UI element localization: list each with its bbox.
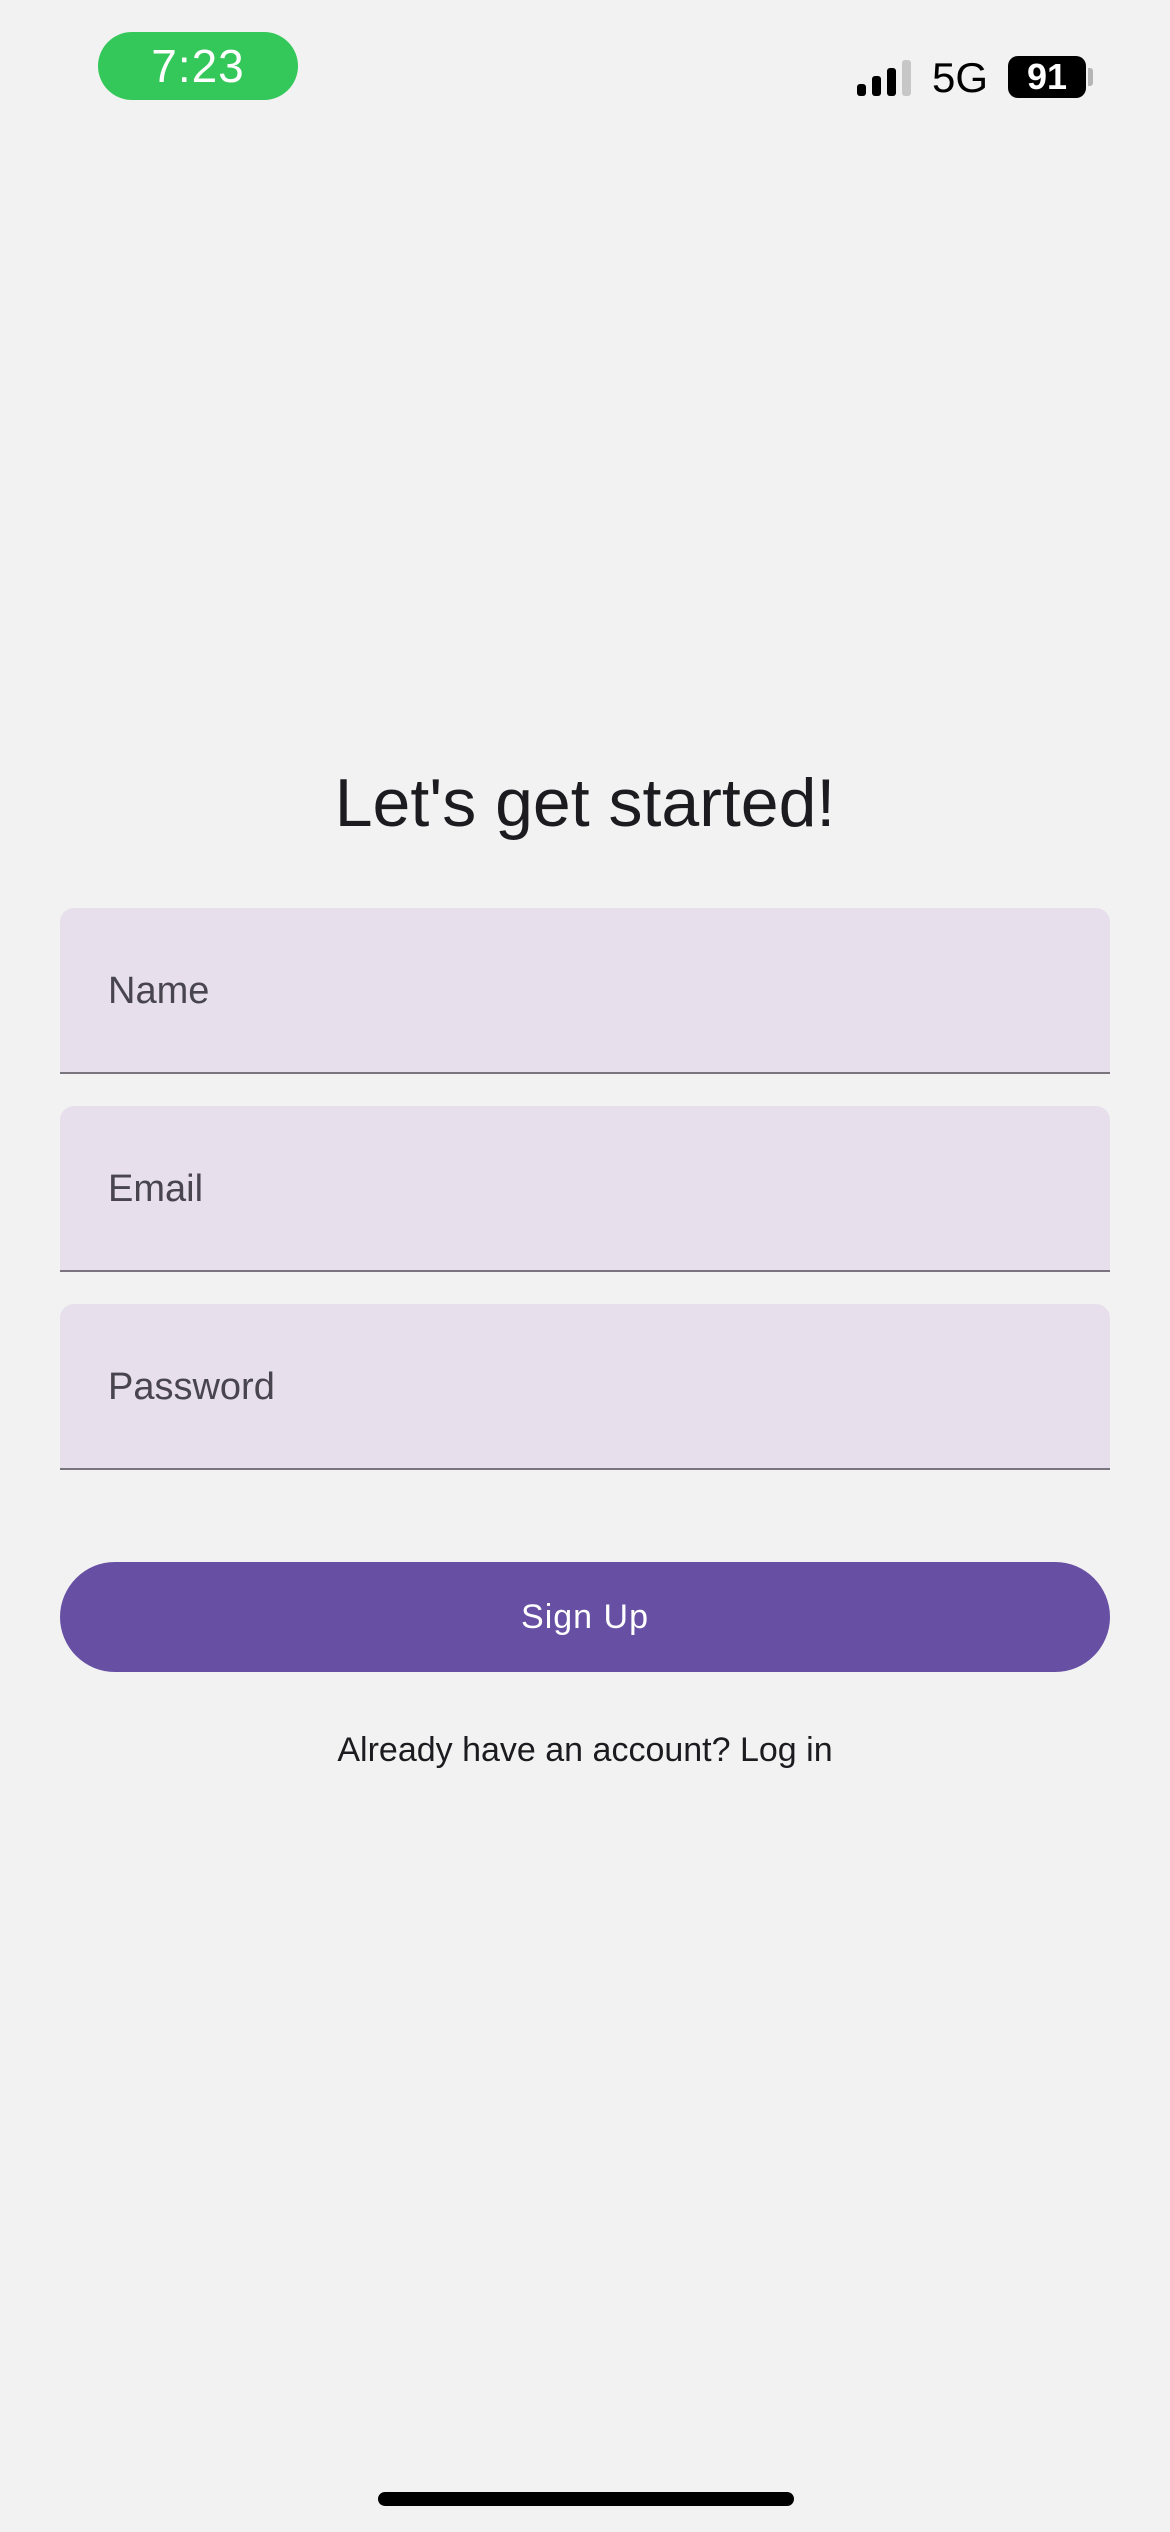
email-field[interactable] <box>60 1106 1110 1272</box>
signup-screen: 7:23 5G 91 Let's get started! Sign Up Al… <box>0 0 1170 2532</box>
password-input[interactable] <box>108 1304 1068 1470</box>
battery-level: 91 <box>1026 56 1068 97</box>
battery-nub <box>1088 68 1093 86</box>
status-time: 7:23 <box>98 32 298 100</box>
page-title: Let's get started! <box>334 765 836 841</box>
signal-bars-icon <box>857 60 911 96</box>
network-type: 5G <box>932 54 989 101</box>
name-field[interactable] <box>60 908 1110 1074</box>
password-field[interactable] <box>60 1304 1110 1470</box>
status-bar: 7:23 5G 91 <box>0 0 1170 140</box>
battery-icon: 91 <box>1008 56 1086 98</box>
name-input[interactable] <box>108 908 1068 1074</box>
home-indicator[interactable] <box>378 2492 794 2506</box>
sign-up-button[interactable]: Sign Up <box>60 1562 1110 1672</box>
login-link[interactable]: Already have an account? Log in <box>0 1726 1170 1774</box>
email-input[interactable] <box>108 1106 1068 1272</box>
